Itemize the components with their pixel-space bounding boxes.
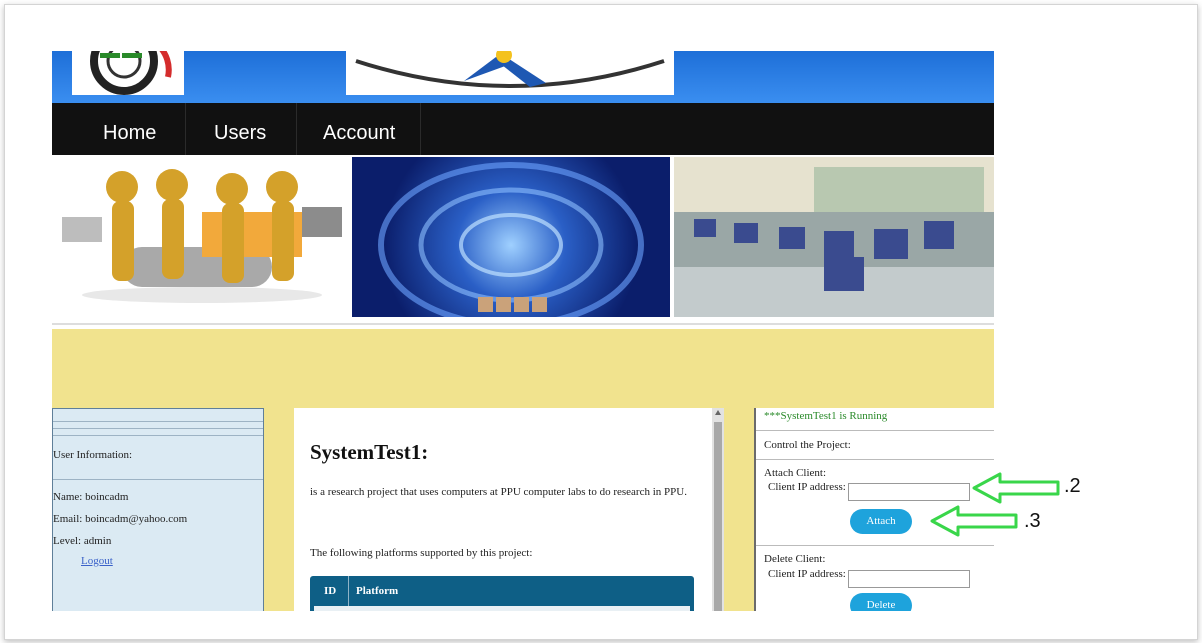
attach-title: Attach Client: xyxy=(764,467,827,479)
user-level: Level: admin xyxy=(53,535,112,547)
attach-button[interactable]: Attach xyxy=(850,509,912,534)
control-heading: Control the Project: xyxy=(764,439,851,451)
slider-dot[interactable] xyxy=(532,297,547,312)
divider xyxy=(756,545,994,546)
annotation-step-3: .3 xyxy=(1024,510,1041,532)
slider-dot[interactable] xyxy=(514,297,529,312)
attach-ip-input[interactable] xyxy=(848,483,970,501)
delete-ip-input[interactable] xyxy=(848,570,970,588)
logout-link[interactable]: Logout xyxy=(81,555,113,567)
nav-home[interactable]: Home xyxy=(103,103,156,155)
delete-title: Delete Client: xyxy=(764,553,826,565)
divider xyxy=(756,459,994,460)
annotation-step-2: .2 xyxy=(1064,475,1081,497)
project-logo xyxy=(346,51,674,95)
scrollbar-thumb[interactable] xyxy=(714,422,722,611)
table-header-id: ID xyxy=(324,585,337,597)
website: Home Users Account User Information: Nam… xyxy=(52,51,994,611)
divider xyxy=(53,435,263,436)
user-info-panel: User Information: Name: boincadm Email: … xyxy=(52,408,264,611)
nav-divider xyxy=(420,103,421,155)
nav-divider xyxy=(185,103,186,155)
delete-button[interactable]: Delete xyxy=(850,593,912,611)
slide-computer-lab xyxy=(674,157,994,317)
project-panel: SystemTest1: is a research project that … xyxy=(294,408,724,611)
slider-dots xyxy=(478,297,550,317)
scrollbar[interactable] xyxy=(712,408,724,611)
annotation-arrow-icon xyxy=(930,505,1018,537)
screenshot-frame: Home Users Account User Information: Nam… xyxy=(4,4,1198,640)
annotation-arrow-icon xyxy=(972,472,1060,504)
platforms-table: ID Platform xyxy=(310,576,694,611)
project-description: is a research project that uses computer… xyxy=(310,486,687,498)
platforms-intro: The following platforms supported by thi… xyxy=(310,547,533,559)
university-logo xyxy=(72,51,184,95)
main-nav: Home Users Account xyxy=(52,103,994,155)
table-divider xyxy=(348,576,349,606)
divider xyxy=(53,421,263,422)
scroll-up-icon[interactable] xyxy=(715,410,721,415)
user-info-heading: User Information: xyxy=(53,449,133,461)
delete-ip-label: Client IP address: xyxy=(768,568,846,580)
slide-data-tunnel xyxy=(352,157,670,317)
slide-golden-figures xyxy=(52,157,350,317)
divider xyxy=(53,479,263,480)
slider-dot[interactable] xyxy=(496,297,511,312)
divider xyxy=(53,428,263,429)
nav-divider xyxy=(296,103,297,155)
user-name: Name: boincadm xyxy=(53,491,129,503)
status-text: ***SystemTest1 is Running xyxy=(764,410,888,422)
project-title: SystemTest1: xyxy=(310,440,429,464)
attach-ip-label: Client IP address: xyxy=(768,481,846,493)
divider xyxy=(756,430,994,431)
user-email: Email: boincadm@yahoo.com xyxy=(53,513,188,525)
image-slider xyxy=(52,157,994,317)
table-header-platform: Platform xyxy=(356,585,399,597)
divider xyxy=(52,323,994,325)
nav-account[interactable]: Account xyxy=(323,103,395,155)
nav-users[interactable]: Users xyxy=(214,103,266,155)
header-banner xyxy=(52,51,994,103)
table-row xyxy=(314,606,690,611)
slider-dot[interactable] xyxy=(478,297,493,312)
